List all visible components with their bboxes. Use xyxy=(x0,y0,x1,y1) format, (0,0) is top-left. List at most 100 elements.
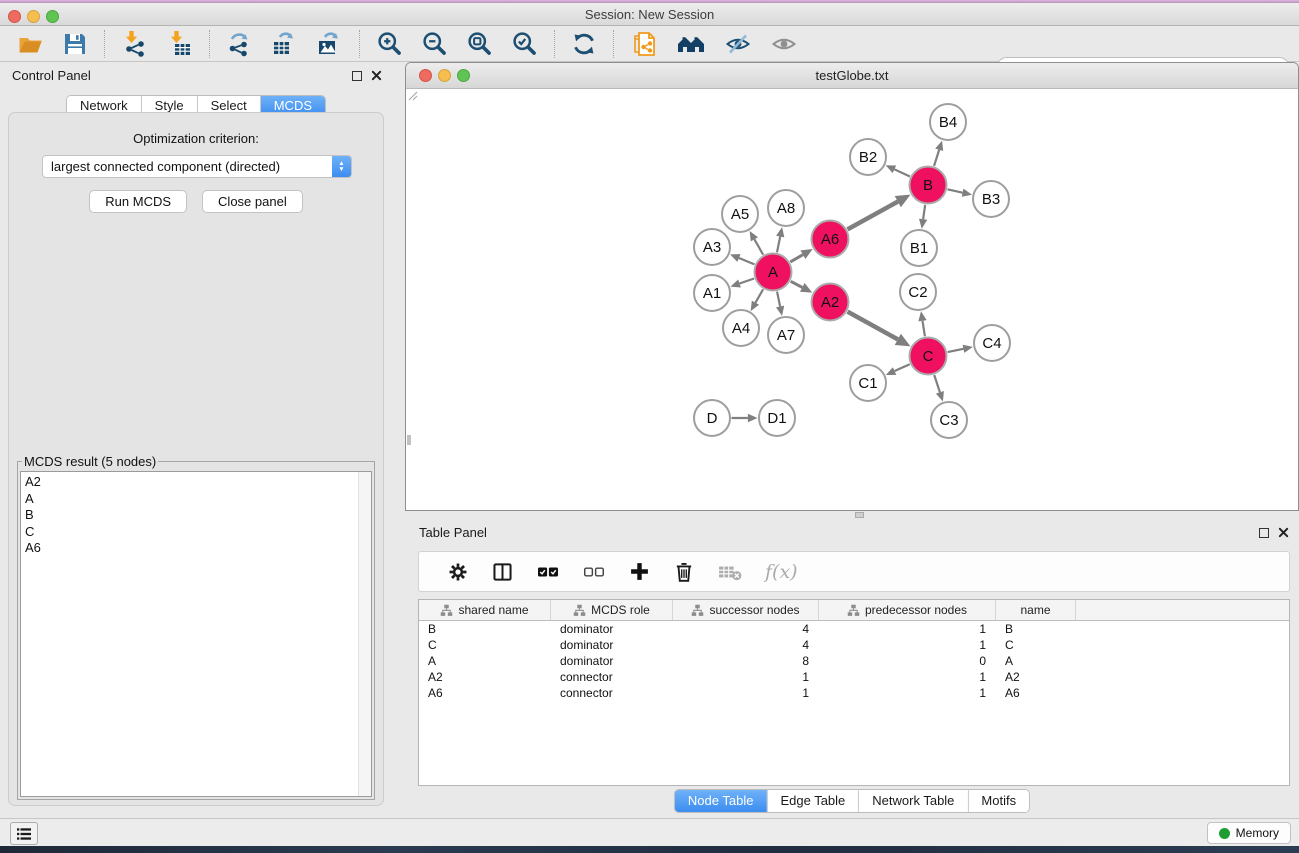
graph-edge[interactable] xyxy=(777,292,780,307)
list-scrollbar[interactable] xyxy=(358,472,371,796)
table-cell: 0 xyxy=(819,654,996,668)
table-tab-network-table[interactable]: Network Table xyxy=(858,790,967,812)
show-column-panel-icon[interactable] xyxy=(480,561,525,583)
export-network-icon[interactable] xyxy=(217,28,262,59)
delete-columns-trash-icon[interactable] xyxy=(662,560,706,583)
mcds-result-item[interactable]: A6 xyxy=(25,540,371,557)
graph-edge[interactable] xyxy=(934,150,939,166)
network-close-button[interactable] xyxy=(419,69,432,82)
memory-button[interactable]: Memory xyxy=(1207,822,1291,844)
toolbar-divider xyxy=(613,30,614,58)
optimization-dropdown[interactable]: largest connected component (directed) ▲… xyxy=(42,155,352,178)
create-column-plus-icon[interactable] xyxy=(617,560,662,583)
network-graph[interactable]: AA1A2A3A4A5A6A7A8BB1B2B3B4CC1C2C3C4DD1 xyxy=(406,89,1298,510)
close-window-button[interactable] xyxy=(8,10,21,23)
graph-edge[interactable] xyxy=(923,205,925,219)
graph-edge[interactable] xyxy=(791,281,803,287)
graph-edge[interactable] xyxy=(848,202,898,230)
column-header-predecessor-nodes[interactable]: predecessor nodes xyxy=(819,600,996,620)
column-type-icon xyxy=(847,604,860,617)
table-row[interactable]: A2connector11A2 xyxy=(419,669,1289,685)
graph-node-label: C4 xyxy=(982,335,1001,352)
mcds-result-item[interactable]: B xyxy=(25,507,371,524)
graph-edge[interactable] xyxy=(948,349,964,352)
graph-edge[interactable] xyxy=(755,289,763,302)
graph-edge[interactable] xyxy=(934,375,940,392)
select-all-columns-icon[interactable] xyxy=(525,562,571,582)
mcds-result-item[interactable]: C xyxy=(25,524,371,541)
apply-layout-refresh-icon[interactable] xyxy=(562,29,606,59)
export-table-icon[interactable] xyxy=(262,28,307,59)
graph-edge[interactable] xyxy=(922,321,924,336)
float-table-panel-icon[interactable] xyxy=(1259,528,1269,538)
graphics-details-eye-icon[interactable] xyxy=(761,29,807,59)
table-row[interactable]: Adominator80A xyxy=(419,653,1289,669)
graph-edge[interactable] xyxy=(754,239,763,254)
task-history-list-icon[interactable] xyxy=(10,822,38,845)
graph-edge[interactable] xyxy=(948,189,963,192)
table-row[interactable]: Bdominator41B xyxy=(419,621,1289,637)
network-window-title: testGlobe.txt xyxy=(406,63,1298,89)
graph-edge[interactable] xyxy=(895,364,910,371)
graph-edge[interactable] xyxy=(848,312,898,340)
zoom-in-icon[interactable] xyxy=(367,28,412,59)
table-cell: 4 xyxy=(673,622,819,636)
main-toolbar xyxy=(0,26,1299,62)
import-table-icon[interactable] xyxy=(157,28,202,59)
float-panel-icon[interactable] xyxy=(352,71,362,81)
resize-grip-icon[interactable] xyxy=(406,89,418,101)
zoom-fit-icon[interactable] xyxy=(457,28,502,59)
table-row[interactable]: Cdominator41C xyxy=(419,637,1289,653)
graph-edge[interactable] xyxy=(739,258,755,264)
zoom-selected-icon[interactable] xyxy=(502,28,547,59)
graph-edge[interactable] xyxy=(894,169,909,176)
deselect-all-columns-icon[interactable] xyxy=(571,562,617,582)
hide-edges-eye-slash-icon[interactable] xyxy=(715,29,761,59)
graph-node-label: B1 xyxy=(910,240,928,257)
delete-table-icon[interactable] xyxy=(706,562,754,582)
mcds-result-item[interactable]: A2 xyxy=(25,474,371,491)
export-image-icon[interactable] xyxy=(307,28,352,59)
home-houses-icon[interactable] xyxy=(667,29,715,59)
table-tab-edge-table[interactable]: Edge Table xyxy=(766,790,858,812)
table-cell: A6 xyxy=(996,686,1076,700)
graph-node-label: C xyxy=(923,348,934,365)
graph-edge[interactable] xyxy=(777,237,780,253)
memory-status-icon xyxy=(1219,828,1230,839)
open-session-icon[interactable] xyxy=(8,29,53,59)
table-cell: A2 xyxy=(419,670,551,684)
edge-arrowhead-icon xyxy=(776,227,784,237)
maximize-window-button[interactable] xyxy=(46,10,59,23)
graph-node-label: B4 xyxy=(939,114,957,131)
zoom-out-icon[interactable] xyxy=(412,28,457,59)
close-panel-button[interactable]: Close panel xyxy=(202,190,303,213)
function-builder-icon[interactable]: f(x) xyxy=(754,561,809,583)
column-header-MCDS-role[interactable]: MCDS role xyxy=(551,600,673,620)
network-minimize-button[interactable] xyxy=(438,69,451,82)
table-mode-gear-icon[interactable] xyxy=(436,561,480,583)
table-tab-node-table[interactable]: Node Table xyxy=(675,790,767,812)
network-maximize-button[interactable] xyxy=(457,69,470,82)
mcds-result-item[interactable]: A xyxy=(25,491,371,508)
minimize-window-button[interactable] xyxy=(27,10,40,23)
panel-divider-handle[interactable] xyxy=(855,512,864,518)
mcds-result-list: A2ABCA6 xyxy=(21,472,371,557)
graph-edge[interactable] xyxy=(790,255,803,262)
graph-edge[interactable] xyxy=(740,279,755,284)
dropdown-stepper-icon: ▲▼ xyxy=(332,156,351,177)
network-canvas[interactable]: AA1A2A3A4A5A6A7A8BB1B2B3B4CC1C2C3C4DD1 xyxy=(406,89,1298,510)
save-session-icon[interactable] xyxy=(53,29,97,59)
table-tab-motifs[interactable]: Motifs xyxy=(967,790,1029,812)
column-header-shared-name[interactable]: shared name xyxy=(419,600,551,620)
graph-node-label: A3 xyxy=(703,239,721,256)
table-cell: C xyxy=(419,638,551,652)
run-mcds-button[interactable]: Run MCDS xyxy=(89,190,187,213)
column-header-successor-nodes[interactable]: successor nodes xyxy=(673,600,819,620)
table-row[interactable]: A6connector11A6 xyxy=(419,685,1289,701)
import-network-icon[interactable] xyxy=(112,28,157,59)
column-header-name[interactable]: name xyxy=(996,600,1076,620)
close-table-panel-icon[interactable] xyxy=(1278,527,1289,538)
close-panel-icon[interactable] xyxy=(371,70,382,81)
new-network-from-selection-icon[interactable] xyxy=(621,28,667,60)
graph-node-label: B3 xyxy=(982,191,1000,208)
